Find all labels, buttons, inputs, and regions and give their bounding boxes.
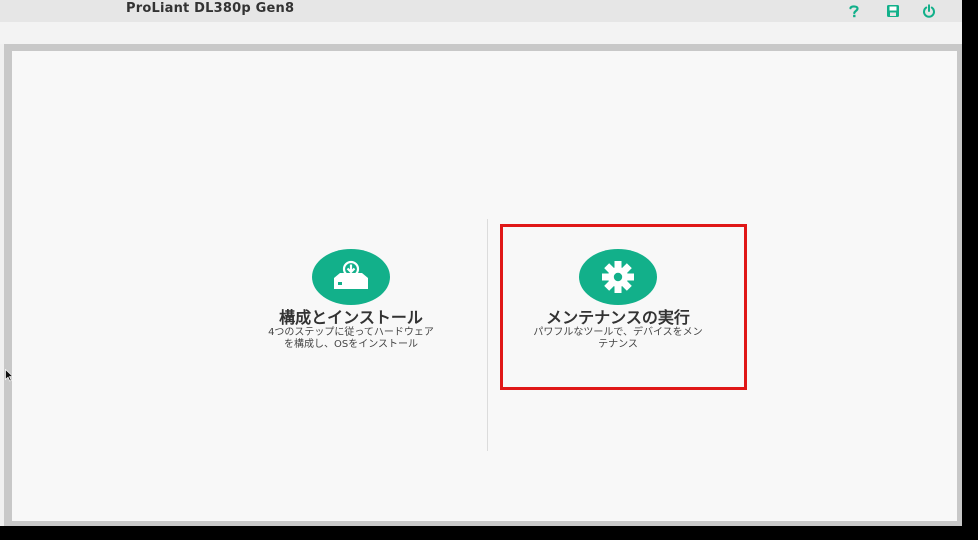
content-frame: 構成とインストール 4つのステップに従ってハードウェア を構成し、OSをインスト… [4,44,962,526]
power-icon[interactable] [921,3,937,19]
save-icon[interactable] [885,3,901,19]
gear-icon [579,249,657,305]
top-bar: ProLiant DL380p Gen8 [0,0,962,22]
option-description: パワフルなツールで、デバイスをメン テナンス [533,327,703,350]
configure-install-option[interactable]: 構成とインストール 4つのステップに従ってハードウェア を構成し、OSをインスト… [229,249,473,351]
mouse-cursor-icon [5,369,14,382]
toolbar-band [0,22,962,44]
screen: ProLiant DL380p Gen8 構成とインストール 4つのステップに従… [0,0,962,526]
server-title: ProLiant DL380p Gen8 [126,1,295,16]
option-divider [487,219,488,451]
maintenance-option[interactable]: メンテナンスの実行 パワフルなツールで、デバイスをメン テナンス [498,249,738,351]
help-icon[interactable] [846,3,862,19]
option-title: メンテナンスの実行 [546,308,690,327]
option-description: 4つのステップに従ってハードウェア を構成し、OSをインストール [268,327,434,350]
option-title: 構成とインストール [279,308,423,327]
install-disk-icon [312,249,390,305]
content-panel: 構成とインストール 4つのステップに従ってハードウェア を構成し、OSをインスト… [12,51,957,521]
